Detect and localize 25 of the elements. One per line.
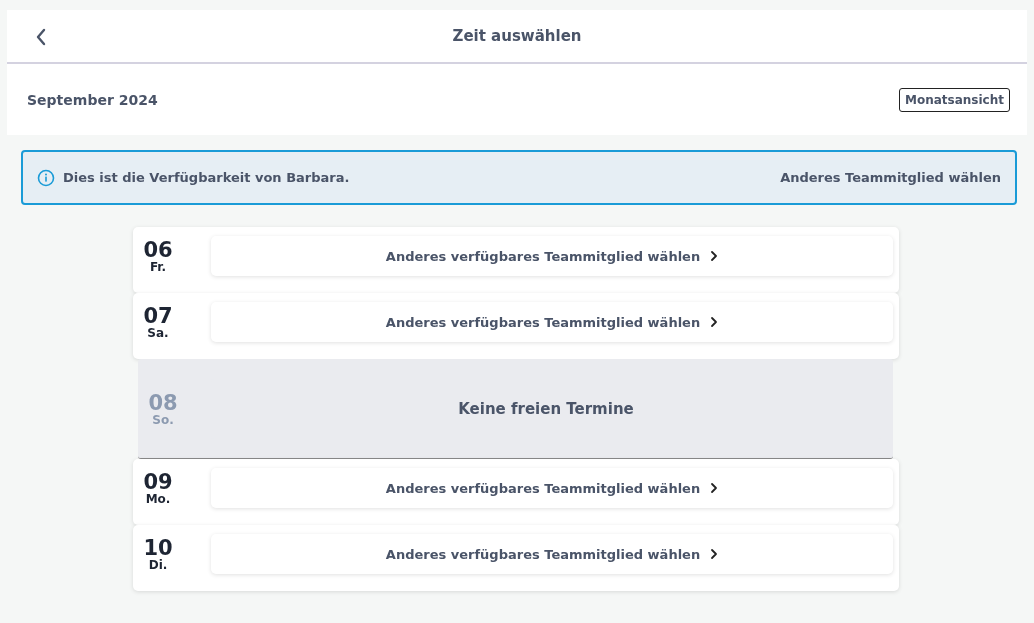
page-title: Zeit auswählen bbox=[452, 27, 582, 45]
weekday-label: Fr. bbox=[149, 260, 167, 273]
choose-member-button[interactable]: Anderes verfügbares Teammitglied wählen bbox=[211, 302, 893, 342]
day-number: 06 bbox=[143, 239, 173, 261]
choose-member-button[interactable]: Anderes verfügbares Teammitglied wählen bbox=[211, 468, 893, 508]
chevron-left-icon bbox=[35, 28, 47, 46]
month-label: September 2024 bbox=[27, 91, 158, 108]
weekday-label: Sa. bbox=[147, 326, 169, 339]
weekday-label: So. bbox=[152, 413, 174, 426]
day-number: 09 bbox=[143, 471, 173, 493]
day-number: 10 bbox=[143, 537, 173, 559]
weekday-label: Di. bbox=[148, 558, 168, 571]
month-view-button[interactable]: Monatsansicht bbox=[899, 87, 1010, 112]
info-icon bbox=[37, 168, 55, 187]
day-number: 07 bbox=[143, 305, 173, 327]
choose-member-link[interactable]: Anderes Teammitglied wählen bbox=[780, 170, 1001, 185]
info-text: Dies ist die Verfügbarkeit von Barbara. bbox=[63, 170, 351, 185]
chevron-right-icon bbox=[710, 482, 719, 494]
chevron-right-icon bbox=[710, 316, 719, 328]
chevron-right-icon bbox=[710, 250, 719, 262]
weekday-label: Mo. bbox=[145, 492, 171, 505]
day-number: 08 bbox=[148, 392, 178, 414]
choose-member-button[interactable]: Anderes verfügbares Teammitglied wählen bbox=[211, 236, 893, 276]
chevron-right-icon bbox=[710, 548, 719, 560]
choose-member-button[interactable]: Anderes verfügbares Teammitglied wählen bbox=[211, 534, 893, 574]
